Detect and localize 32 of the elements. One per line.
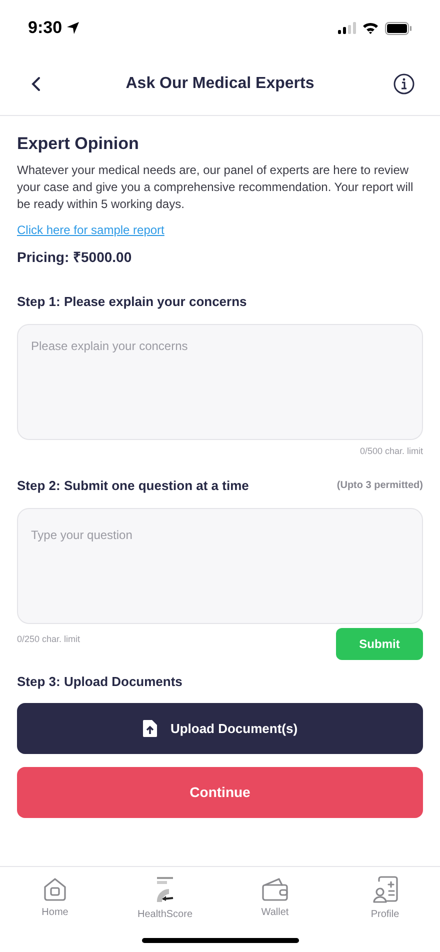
back-chevron-icon bbox=[31, 76, 41, 92]
page-title: Ask Our Medical Experts bbox=[126, 74, 314, 94]
tab-bar-item[interactable]: HealthScore bbox=[125, 875, 205, 922]
step-heading: Step 2: Submit one question at a time bbox=[17, 477, 249, 495]
wifi-icon bbox=[362, 22, 379, 34]
character-counter: 0/250 char. limit bbox=[17, 632, 80, 646]
home-icon bbox=[41, 875, 69, 903]
question-field[interactable]: Type your question bbox=[17, 508, 423, 624]
section-title: Expert Opinion bbox=[17, 133, 140, 155]
sample-report-link[interactable]: Click here for sample report bbox=[17, 221, 164, 239]
info-button[interactable] bbox=[392, 72, 416, 96]
tab-bar-item[interactable]: Profile bbox=[345, 875, 425, 922]
status-time: 9:30 bbox=[28, 17, 62, 40]
profile-card-icon bbox=[371, 875, 399, 905]
description-text: Whatever your medical needs are, our panel of experts are here to review your case and give you a comprehensive recommendation. Your report will be ready within 5 working days. bbox=[17, 162, 414, 213]
concerns-field[interactable]: Please explain your concerns bbox=[17, 324, 423, 440]
signal-icon bbox=[338, 22, 356, 34]
submit-button[interactable]: Submit bbox=[336, 628, 423, 660]
pricing-text: Pricing: ₹5000.00 bbox=[17, 248, 133, 267]
info-icon bbox=[392, 72, 415, 94]
tab-bar-item[interactable]: Wallet bbox=[235, 875, 315, 922]
wallet-icon bbox=[260, 875, 290, 903]
step-heading: Step 3: Upload Documents bbox=[17, 672, 184, 691]
tab-bar-item[interactable]: Home bbox=[15, 875, 95, 922]
battery-icon bbox=[385, 22, 412, 34]
location-arrow-icon bbox=[66, 21, 80, 35]
upload-button[interactable]: Upload Document(s) bbox=[17, 703, 423, 754]
character-counter: 0/500 char. limit bbox=[360, 444, 423, 458]
step-heading: Step 1: Please explain your concerns bbox=[17, 293, 248, 311]
question-limit-note: (Upto 3 permitted) bbox=[336, 479, 423, 494]
continue-button[interactable]: Continue bbox=[17, 767, 423, 818]
file-upload-icon bbox=[142, 719, 158, 738]
